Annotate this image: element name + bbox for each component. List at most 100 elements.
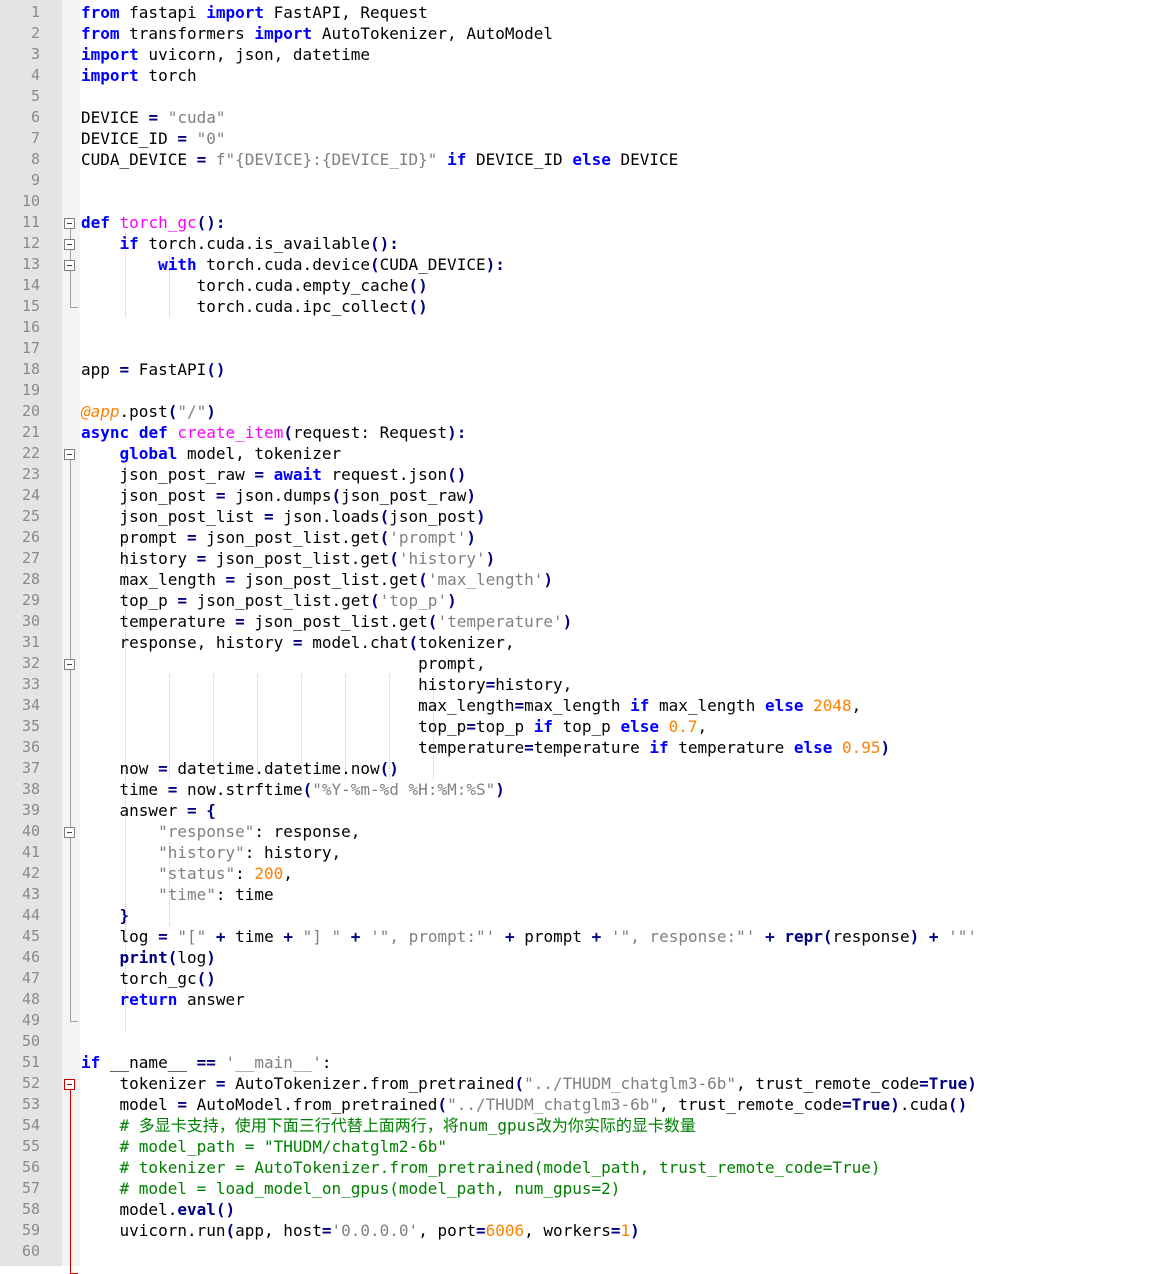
code-line[interactable]: temperature = json_post_list.get('temper… [81,611,1149,632]
line-number: 60 [21,1242,40,1260]
code-line[interactable] [81,1241,1149,1262]
code-line[interactable]: prompt = json_post_list.get('prompt') [81,527,1149,548]
code-line[interactable]: } [81,905,1149,926]
code-line[interactable]: "time": time [81,884,1149,905]
code-line[interactable]: # model = load_model_on_gpus(model_path,… [81,1178,1149,1199]
code-token: # model_path = "THUDM/chatglm2-6b" [119,1137,448,1156]
code-line[interactable]: torch_gc() [81,968,1149,989]
code-line[interactable]: if torch.cuda.is_available(): [81,233,1149,254]
code-line[interactable] [81,317,1149,338]
code-token: ( [167,948,178,967]
code-line[interactable]: prompt, [81,653,1149,674]
fold-toggle-icon[interactable] [64,238,75,250]
line-number: 50 [21,1032,40,1050]
code-line[interactable]: top_p=top_p if top_p else 0.7, [81,716,1149,737]
code-line[interactable]: DEVICE_ID = "0" [81,128,1149,149]
code-line[interactable]: json_post_list = json.loads(json_post) [81,506,1149,527]
code-line[interactable]: return answer [81,989,1149,1010]
code-line[interactable]: torch.cuda.ipc_collect() [81,296,1149,317]
fold-toggle-icon[interactable] [64,259,75,271]
code-line[interactable] [81,338,1149,359]
code-line[interactable]: from transformers import AutoTokenizer, … [81,23,1149,44]
code-line[interactable] [81,1031,1149,1052]
code-line[interactable]: # model_path = "THUDM/chatglm2-6b" [81,1136,1149,1157]
fold-toggle-icon[interactable] [64,658,75,670]
code-line[interactable]: model = AutoModel.from_pretrained("../TH… [81,1094,1149,1115]
line-number: 19 [21,381,40,399]
code-line[interactable] [81,170,1149,191]
code-line[interactable]: from fastapi import FastAPI, Request [81,2,1149,23]
code-line[interactable] [81,191,1149,212]
code-line[interactable]: "response": response, [81,821,1149,842]
line-number: 16 [21,318,40,336]
code-token: torch.cuda.device [196,255,370,274]
code-token: ) [447,591,457,610]
code-line[interactable]: global model, tokenizer [81,443,1149,464]
code-line[interactable]: CUDA_DEVICE = f"{DEVICE}:{DEVICE_ID}" if… [81,149,1149,170]
code-token: { [206,801,216,820]
code-line[interactable]: "history": history, [81,842,1149,863]
line-number: 46 [21,948,40,966]
line-number: 5 [30,87,40,105]
line-number: 48 [21,990,40,1008]
code-line[interactable]: import torch [81,65,1149,86]
code-token: app [81,360,120,379]
code-line[interactable]: history = json_post_list.get('history') [81,548,1149,569]
code-line[interactable]: DEVICE = "cuda" [81,107,1149,128]
code-line[interactable]: time = now.strftime("%Y-%m-%d %H:%M:%S") [81,779,1149,800]
line-number: 7 [30,129,40,147]
code-line[interactable]: tokenizer = AutoTokenizer.from_pretraine… [81,1073,1149,1094]
code-line[interactable]: log = "[" + time + "] " + '", prompt:"' … [81,926,1149,947]
code-line[interactable]: answer = { [81,800,1149,821]
code-line[interactable]: def torch_gc(): [81,212,1149,233]
code-line[interactable]: @app.post("/") [81,401,1149,422]
code-line[interactable]: with torch.cuda.device(CUDA_DEVICE): [81,254,1149,275]
code-token: , trust_remote_code [658,1095,843,1114]
code-line[interactable]: now = datetime.datetime.now() [81,758,1149,779]
code-line[interactable]: json_post_raw = await request.json() [81,464,1149,485]
code-line[interactable]: import uvicorn, json, datetime [81,44,1149,65]
code-token: if [119,234,139,253]
fold-toggle-icon[interactable] [64,217,75,229]
fold-toggle-icon[interactable] [64,448,75,460]
code-token: , [697,717,708,736]
code-line[interactable]: model.eval() [81,1199,1149,1220]
code-line[interactable]: history=history, [81,674,1149,695]
code-token: .post [119,402,168,421]
code-line[interactable]: json_post = json.dumps(json_post_raw) [81,485,1149,506]
code-token: history [81,675,486,694]
code-token: = [186,801,197,820]
line-number: 32 [21,654,40,672]
code-token: await [273,465,322,484]
code-line[interactable]: async def create_item(request: Request): [81,422,1149,443]
line-number: 26 [21,528,40,546]
fold-toggle-icon[interactable] [64,1078,75,1090]
code-line[interactable]: if __name__ == '__main__': [81,1052,1149,1073]
code-line[interactable]: uvicorn.run(app, host='0.0.0.0', port=60… [81,1220,1149,1241]
line-number: 55 [21,1137,40,1155]
code-line[interactable]: print(log) [81,947,1149,968]
code-line[interactable]: max_length = json_post_list.get('max_len… [81,569,1149,590]
code-token: 200 [254,864,284,883]
code-token: # tokenizer = AutoTokenizer.from_pretrai… [119,1158,881,1177]
code-token: @app [81,402,120,421]
code-editor[interactable]: 1 2 3 4 5 6 7 8 9 10 11 12 13 14 15 16 17 18 19 20 21 22 23 24 2… [0,0,1149,1274]
code-line[interactable]: temperature=temperature if temperature e… [81,737,1149,758]
code-line[interactable] [81,86,1149,107]
code-line[interactable]: top_p = json_post_list.get('top_p') [81,590,1149,611]
code-token: 'prompt' [389,528,467,547]
code-line[interactable]: # 多显卡支持，使用下面三行代替上面两行，将num_gpus改为你实际的显卡数量 [81,1115,1149,1136]
code-line[interactable]: torch.cuda.empty_cache() [81,275,1149,296]
code-line[interactable]: "status": 200, [81,863,1149,884]
code-line[interactable]: max_length=max_length if max_length else… [81,695,1149,716]
code-line[interactable] [81,380,1149,401]
fold-toggle-icon[interactable] [64,826,75,838]
code-line[interactable]: # tokenizer = AutoTokenizer.from_pretrai… [81,1157,1149,1178]
code-token: = [215,486,226,505]
code-line[interactable]: response, history = model.chat(tokenizer… [81,632,1149,653]
code-line[interactable]: app = FastAPI() [81,359,1149,380]
code-token: ( [822,927,833,946]
code-token: = [225,570,236,589]
code-token: "0" [196,129,226,148]
code-line[interactable] [81,1010,1149,1031]
